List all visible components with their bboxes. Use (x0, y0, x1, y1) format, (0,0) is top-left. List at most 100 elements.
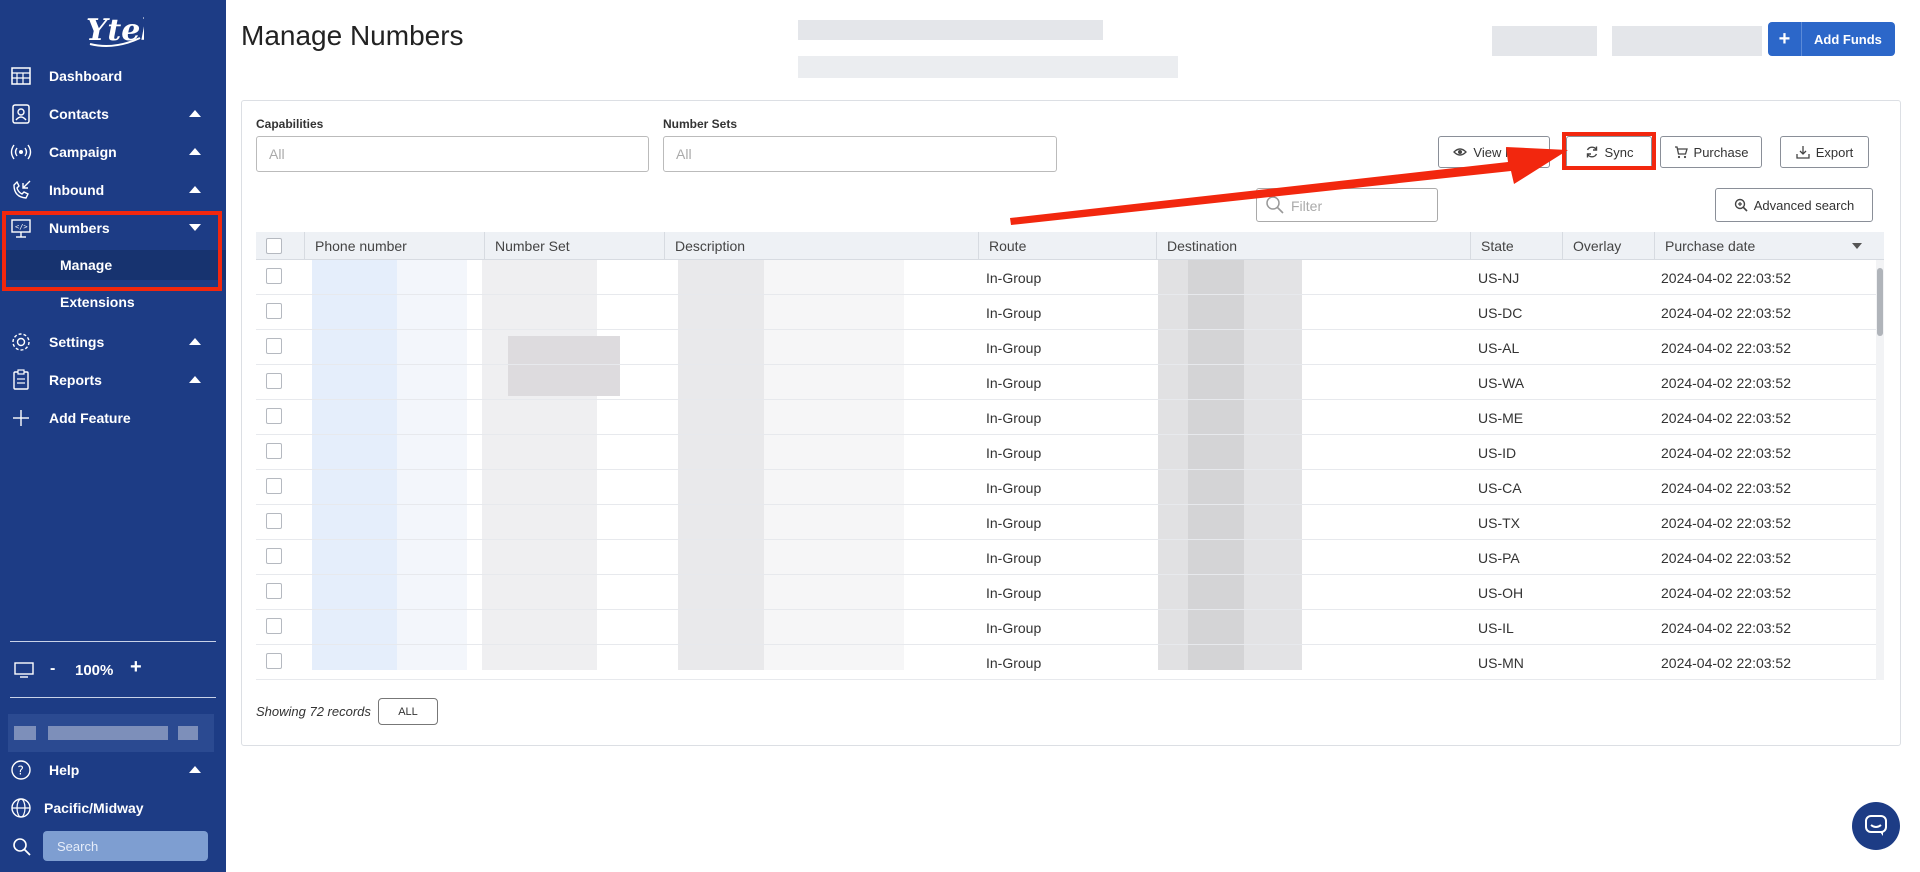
route-cell: In-Group (986, 620, 1042, 636)
purchase-date-cell: 2024-04-02 22:03:52 (1661, 515, 1791, 531)
sidebar-item-help[interactable]: ? Help (0, 752, 226, 788)
sidebar-item-campaign[interactable]: Campaign (0, 134, 226, 170)
ytel-logo[interactable]: Ytel (84, 8, 144, 48)
highlight-box-numbers (2, 211, 222, 291)
column-header-state[interactable]: State (1470, 232, 1562, 260)
zoom-in-button[interactable]: + (130, 656, 142, 679)
sidebar-item-reports[interactable]: Reports (0, 362, 226, 398)
zoom-out-button[interactable]: - (50, 660, 55, 678)
state-cell: US-OH (1478, 585, 1524, 601)
purchase-date-cell: 2024-04-02 22:03:52 (1661, 410, 1791, 426)
add-funds-button[interactable]: + Add Funds (1768, 22, 1895, 56)
table-row[interactable]: In-Group US-PA 2024-04-02 22:03:52 (256, 540, 1876, 575)
number-sets-label: Number Sets (663, 117, 738, 131)
sidebar-item-timezone[interactable]: Pacific/Midway (0, 790, 226, 826)
row-checkbox[interactable] (266, 268, 282, 284)
route-cell: In-Group (986, 270, 1042, 286)
svg-text:?: ? (18, 764, 24, 778)
purchase-button[interactable]: Purchase (1660, 136, 1762, 168)
redacted-header-info (798, 20, 1103, 40)
row-checkbox[interactable] (266, 408, 282, 424)
sidebar-subitem-label: Extensions (60, 294, 135, 310)
sidebar-item-inbound[interactable]: Inbound (0, 172, 226, 208)
advanced-search-button[interactable]: Advanced search (1715, 188, 1873, 222)
row-checkbox[interactable] (266, 513, 282, 529)
sidebar-subitem-extensions[interactable]: Extensions (0, 287, 226, 317)
state-cell: US-AL (1478, 340, 1520, 356)
export-button[interactable]: Export (1780, 136, 1869, 168)
row-checkbox[interactable] (266, 478, 282, 494)
row-checkbox[interactable] (266, 653, 282, 669)
number-sets-select[interactable] (663, 136, 1057, 172)
sidebar-item-label: Campaign (49, 144, 117, 160)
table-scrollbar[interactable] (1876, 260, 1884, 680)
capabilities-label: Capabilities (256, 117, 324, 131)
globe-icon (11, 798, 31, 818)
chat-widget-button[interactable] (1852, 802, 1900, 850)
select-all-checkbox[interactable] (266, 238, 282, 254)
chevron-up-icon (189, 338, 201, 345)
sidebar-search-input[interactable] (43, 831, 208, 861)
row-checkbox[interactable] (266, 583, 282, 599)
add-funds-label: Add Funds (1814, 32, 1882, 47)
zoom-search-icon (1734, 198, 1748, 212)
chevron-up-icon (189, 110, 201, 117)
table-row[interactable]: In-Group US-IL 2024-04-02 22:03:52 (256, 610, 1876, 645)
user-account-redacted[interactable] (8, 714, 214, 752)
table-header: Phone number Number Set Description Rout… (256, 232, 1884, 260)
column-header-phone-number[interactable]: Phone number (304, 232, 484, 260)
sidebar-item-add-feature[interactable]: Add Feature (0, 400, 226, 436)
column-header-overlay[interactable]: Overlay (1562, 232, 1654, 260)
row-checkbox[interactable] (266, 338, 282, 354)
column-header-purchase-date[interactable]: Purchase date (1654, 232, 1884, 260)
route-cell: In-Group (986, 445, 1042, 461)
table-row[interactable]: In-Group US-TX 2024-04-02 22:03:52 (256, 505, 1876, 540)
campaign-icon (10, 144, 32, 160)
timezone-label: Pacific/Midway (44, 800, 144, 816)
gear-icon (12, 333, 30, 351)
column-header-destination[interactable]: Destination (1156, 232, 1470, 260)
row-checkbox[interactable] (266, 303, 282, 319)
filter-input[interactable] (1291, 195, 1431, 217)
sidebar-item-label: Contacts (49, 106, 109, 122)
column-header-number-set[interactable]: Number Set (484, 232, 664, 260)
page-size-all-button[interactable]: ALL (378, 698, 438, 725)
route-cell: In-Group (986, 480, 1042, 496)
route-cell: In-Group (986, 305, 1042, 321)
sidebar-item-label: Reports (49, 372, 102, 388)
redacted-balance (1492, 26, 1597, 56)
table-row[interactable]: In-Group US-ID 2024-04-02 22:03:52 (256, 435, 1876, 470)
sidebar-item-label: Settings (49, 334, 105, 350)
row-checkbox[interactable] (266, 443, 282, 459)
capabilities-select[interactable] (256, 136, 649, 172)
table-row[interactable]: In-Group US-OH 2024-04-02 22:03:52 (256, 575, 1876, 610)
state-cell: US-MN (1478, 655, 1524, 671)
row-checkbox[interactable] (266, 548, 282, 564)
table-row[interactable]: In-Group US-CA 2024-04-02 22:03:52 (256, 470, 1876, 505)
redacted-header-info (798, 56, 1178, 78)
sidebar-item-settings[interactable]: Settings (0, 324, 226, 360)
state-cell: US-WA (1478, 375, 1525, 391)
column-header-route[interactable]: Route (978, 232, 1156, 260)
table-row[interactable]: In-Group US-ME 2024-04-02 22:03:52 (256, 400, 1876, 435)
row-checkbox[interactable] (266, 373, 282, 389)
route-cell: In-Group (986, 340, 1042, 356)
table-row[interactable]: In-Group US-AL 2024-04-02 22:03:52 (256, 330, 1876, 365)
table-row[interactable]: In-Group US-WA 2024-04-02 22:03:52 (256, 365, 1876, 400)
column-header-description[interactable]: Description (664, 232, 978, 260)
purchase-date-cell: 2024-04-02 22:03:52 (1661, 340, 1791, 356)
row-checkbox[interactable] (266, 618, 282, 634)
highlight-box-sync (1562, 132, 1656, 170)
table-row[interactable]: In-Group US-MN 2024-04-02 22:03:52 (256, 645, 1876, 680)
inbound-call-icon (13, 180, 31, 199)
search-icon (13, 838, 31, 856)
table-row[interactable]: In-Group US-DC 2024-04-02 22:03:52 (256, 295, 1876, 330)
chat-icon (1865, 815, 1887, 836)
sort-down-icon[interactable] (1852, 243, 1862, 249)
scrollbar-thumb[interactable] (1877, 268, 1883, 336)
view-more-button[interactable]: View More (1438, 136, 1550, 168)
sidebar-item-contacts[interactable]: Contacts (0, 96, 226, 132)
route-cell: In-Group (986, 655, 1042, 671)
sidebar-item-dashboard[interactable]: Dashboard (0, 58, 226, 94)
table-row[interactable]: In-Group US-NJ 2024-04-02 22:03:52 (256, 260, 1876, 295)
